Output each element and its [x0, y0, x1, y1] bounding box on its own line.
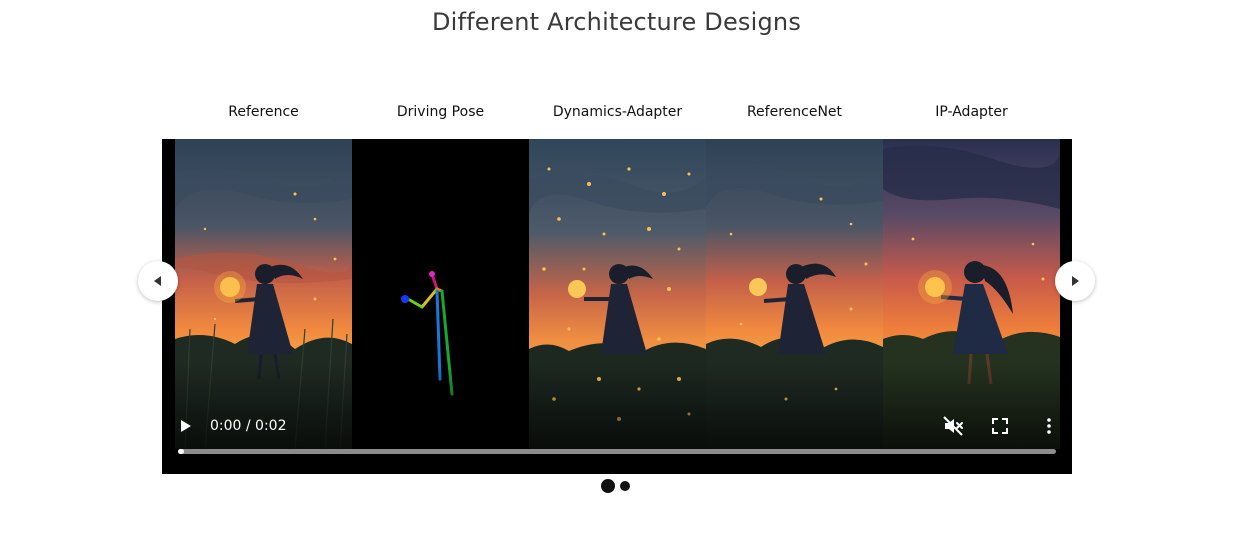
video-frame [175, 139, 1060, 449]
page: Different Architecture Designs Reference… [0, 0, 1233, 535]
column-label-referencenet: ReferenceNet [746, 104, 843, 120]
section-title: Different Architecture Designs [431, 8, 802, 36]
video-player[interactable]: 0:00 / 0:02 [162, 139, 1072, 474]
carousel-prev-button[interactable] [138, 261, 178, 301]
carousel-dot-1[interactable] [601, 479, 615, 493]
play-icon[interactable] [178, 417, 194, 435]
progress-bar[interactable] [178, 449, 1056, 454]
progress-fill [178, 449, 185, 454]
fullscreen-icon[interactable] [989, 415, 1011, 437]
chevron-right-icon [1072, 276, 1079, 286]
carousel-dot-2[interactable] [620, 481, 630, 491]
muted-icon[interactable] [942, 415, 964, 437]
panel-driving-pose [352, 139, 529, 449]
column-label-driving-pose: Driving Pose [396, 104, 485, 120]
more-vert-icon[interactable] [1038, 415, 1060, 437]
column-labels: Reference Driving Pose Dynamics-Adapter … [175, 104, 1060, 126]
panel-dynamics-adapter [529, 139, 706, 449]
column-label-reference: Reference [228, 104, 299, 120]
column-label-ip-adapter: IP-Adapter [935, 104, 1008, 120]
panel-referencenet [706, 139, 883, 449]
carousel-next-button[interactable] [1055, 261, 1095, 301]
column-label-dynamics-adapter: Dynamics-Adapter [552, 104, 683, 120]
panel-ip-adapter [883, 139, 1060, 449]
chevron-left-icon [154, 276, 161, 286]
carousel-dots [601, 479, 630, 493]
time-display: 0:00 / 0:02 [210, 418, 287, 434]
panel-reference [175, 139, 352, 449]
